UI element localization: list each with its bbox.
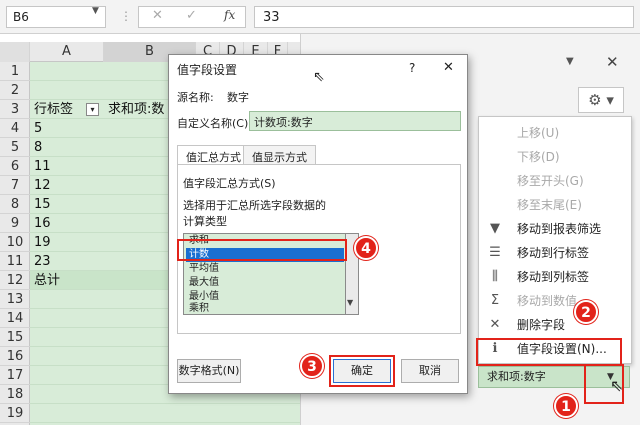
row-header[interactable]: 19	[0, 404, 30, 423]
menu-item-label: 移动到列标签	[517, 270, 590, 284]
list-item[interactable]: 最大值	[186, 276, 344, 290]
grip-icon: ⋮	[120, 9, 132, 23]
source-name-value: 数字	[227, 91, 249, 104]
calc-type-label: 计算类型	[183, 215, 227, 228]
mouse-cursor-icon: ⇖	[313, 69, 325, 85]
row-header[interactable]: 17	[0, 366, 30, 385]
row-header[interactable]: 13	[0, 290, 30, 309]
column-header-a[interactable]: A	[30, 42, 104, 62]
row-header[interactable]: 3	[0, 100, 30, 119]
menu-item-label: 移至末尾(E)	[517, 198, 582, 212]
row-header[interactable]: 7	[0, 176, 30, 195]
row-header[interactable]: 16	[0, 347, 30, 366]
columns-icon: ⫼	[492, 269, 498, 284]
cancel-entry-icon[interactable]: ✕	[152, 8, 163, 23]
summarize-group-label: 值字段汇总方式(S)	[183, 177, 276, 190]
cell-a[interactable]: 11	[34, 157, 51, 176]
highlight-box	[177, 239, 347, 261]
cell-a[interactable]: 15	[34, 195, 51, 214]
sigma-icon: Σ	[490, 293, 500, 308]
row-header[interactable]: 8	[0, 195, 30, 214]
tab-show-values-as[interactable]: 值显示方式	[243, 145, 316, 165]
field-context-menu: 上移(U) 下移(D) 移至开头(G) 移至末尾(E) ▼ 移动到报表筛选 ☰ 移动到行标签 ⫼…	[478, 116, 632, 364]
row-header[interactable]: 12	[0, 271, 30, 290]
panel-dropdown-icon[interactable]: ▼	[566, 56, 574, 67]
menu-item[interactable]: ☰ 移动到行标签	[479, 241, 631, 265]
custom-name-label: 自定义名称(C):	[177, 117, 252, 130]
number-format-button[interactable]: 数字格式(N)	[177, 359, 241, 383]
menu-item[interactable]: 下移(D)	[479, 145, 631, 169]
dialog-title: 值字段设置	[177, 63, 238, 77]
menu-item[interactable]: Σ 移动到数值	[479, 289, 631, 313]
mouse-cursor-icon: ⇖	[610, 376, 624, 395]
row-headers: 1 2 3 4 5 6 7 8 9 10 11 12 13 14 15 16 17 18 19	[0, 62, 30, 425]
menu-item-label: 上移(U)	[517, 126, 560, 140]
list-item[interactable]: 乘积	[186, 302, 344, 314]
rows-icon: ☰	[489, 245, 501, 260]
formula-input[interactable]: 33	[254, 6, 634, 28]
menu-item-label: 删除字段	[517, 318, 566, 332]
menu-item-label: 移动到行标签	[517, 246, 590, 260]
chevron-down-icon[interactable]: ▼	[92, 6, 99, 16]
menu-item[interactable]: ✕ 删除字段	[479, 313, 631, 337]
row-header[interactable]: 5	[0, 138, 30, 157]
table-row	[30, 404, 300, 423]
name-box[interactable]: B6	[6, 6, 106, 28]
menu-item[interactable]: ▼ 移动到报表筛选	[479, 217, 631, 241]
menu-item-label: 移至开头(G)	[517, 174, 584, 188]
row-header[interactable]: 15	[0, 328, 30, 347]
menu-item[interactable]: 移至开头(G)	[479, 169, 631, 193]
value-field-settings-dialog: 值字段设置 ? ✕ ⇖ 源名称: 数字 自定义名称(C): 计数项:数字 值汇总…	[168, 54, 468, 394]
step-badge-2: 2	[574, 300, 598, 324]
help-icon[interactable]: ?	[409, 61, 415, 75]
row-header[interactable]: 11	[0, 252, 30, 271]
scroll-down-icon[interactable]: ▼	[347, 298, 353, 307]
row-header[interactable]: 10	[0, 233, 30, 252]
step-badge-3: 3	[300, 354, 324, 378]
step-badge-4: 4	[354, 236, 378, 260]
menu-item-label: 移动到报表筛选	[517, 222, 602, 236]
cancel-button[interactable]: 取消	[401, 359, 459, 383]
cell-a[interactable]: 总计	[34, 271, 60, 290]
row-header[interactable]: 14	[0, 309, 30, 328]
summarize-description: 选择用于汇总所选字段数据的	[183, 199, 326, 212]
menu-item[interactable]: ⫼ 移动到列标签	[479, 265, 631, 289]
highlight-box	[476, 338, 622, 366]
cell-a[interactable]: 19	[34, 233, 51, 252]
row-header[interactable]: 1	[0, 62, 30, 81]
row-header[interactable]: 9	[0, 214, 30, 233]
step-badge-1: 1	[554, 394, 578, 418]
row-header[interactable]: 6	[0, 157, 30, 176]
filter-dropdown-icon[interactable]: ▾	[86, 103, 99, 116]
dialog-close-icon[interactable]: ✕	[443, 60, 454, 75]
cell-a[interactable]: 8	[34, 138, 42, 157]
close-icon[interactable]: ✕	[606, 53, 619, 71]
filter-icon: ▼	[490, 221, 500, 236]
cell-a[interactable]: 5	[34, 119, 42, 138]
row-header[interactable]: 2	[0, 81, 30, 100]
delete-icon: ✕	[489, 317, 501, 332]
menu-item-label: 下移(D)	[517, 150, 560, 164]
menu-item[interactable]: 移至末尾(E)	[479, 193, 631, 217]
gear-icon[interactable]: ⚙ ▾	[578, 87, 624, 113]
row-header[interactable]: 18	[0, 385, 30, 404]
cell-b[interactable]: 求和项:数	[108, 100, 164, 119]
cell-a[interactable]: 16	[34, 214, 51, 233]
menu-item[interactable]: 上移(U)	[479, 121, 631, 145]
custom-name-input[interactable]: 计数项:数字	[249, 111, 461, 131]
cell-a[interactable]: 行标签	[34, 100, 73, 119]
tab-summarize-by[interactable]: 值汇总方式	[177, 145, 250, 165]
row-header[interactable]: 4	[0, 119, 30, 138]
source-name-label: 源名称:	[177, 91, 214, 104]
menu-item-label: 移动到数值	[517, 294, 578, 308]
highlight-box	[329, 355, 395, 387]
confirm-entry-icon[interactable]: ✓	[186, 8, 197, 23]
select-all-corner[interactable]	[0, 42, 30, 62]
field-chip-label: 求和项:数字	[487, 370, 546, 383]
insert-function-button[interactable]: fx	[224, 8, 235, 22]
cell-a[interactable]: 12	[34, 176, 51, 195]
list-item[interactable]: 平均值	[186, 262, 344, 276]
cell-a[interactable]: 23	[34, 252, 51, 271]
